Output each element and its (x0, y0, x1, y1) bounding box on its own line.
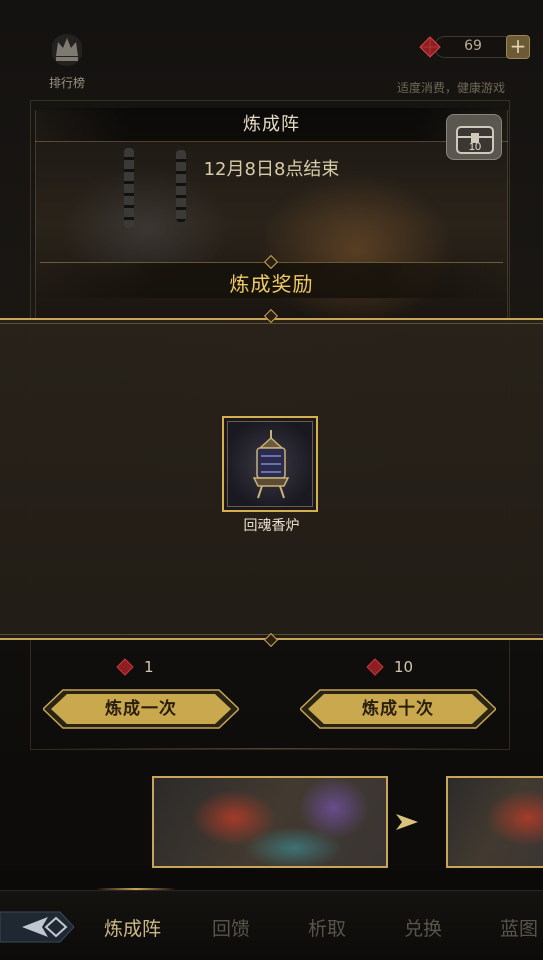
ten-cost-value: 10 (394, 658, 414, 676)
carousel-slide[interactable] (446, 776, 543, 868)
chest-icon[interactable]: 10 (446, 114, 502, 160)
ten-cost: 10 (366, 658, 413, 676)
carousel-slide[interactable] (152, 776, 388, 868)
craft-ten-button[interactable]: 炼成十次 (300, 688, 496, 730)
ranking-button[interactable]: 排行榜 (40, 30, 94, 92)
gem-icon (116, 658, 134, 676)
currency-value: 69 (464, 38, 482, 54)
tab-extract[interactable]: 析取 (308, 914, 346, 941)
back-arrow-icon[interactable] (0, 904, 82, 950)
gem-icon (419, 36, 441, 58)
craft-ten-label: 炼成十次 (362, 699, 434, 719)
svg-text:10: 10 (469, 141, 481, 153)
next-arrow-icon[interactable] (394, 810, 422, 834)
divider (40, 748, 503, 749)
reward-item-name: 回魂香炉 (243, 518, 300, 534)
currency-display: 69 + (414, 34, 530, 60)
tab-blueprint[interactable]: 蓝图 (500, 914, 538, 941)
active-tab-indicator (96, 888, 176, 890)
craft-once-button[interactable]: 炼成一次 (43, 688, 239, 730)
plus-icon[interactable]: + (506, 35, 530, 59)
tab-craft-array[interactable]: 炼成阵 (104, 914, 161, 941)
tab-exchange[interactable]: 兑换 (404, 914, 442, 941)
reward-section-title: 炼成奖励 (229, 272, 314, 296)
gem-icon (366, 658, 384, 676)
reward-item-slot[interactable] (222, 416, 318, 512)
ranking-label: 排行榜 (48, 76, 85, 90)
incense-burner-icon (252, 430, 290, 499)
single-cost-value: 1 (144, 658, 154, 676)
single-cost: 1 (116, 658, 154, 676)
tab-rewards[interactable]: 回馈 (212, 914, 250, 941)
craft-once-label: 炼成一次 (105, 699, 177, 719)
healthy-gaming-notice: 适度消费，健康游戏 (396, 81, 505, 95)
crown-icon (52, 34, 82, 66)
